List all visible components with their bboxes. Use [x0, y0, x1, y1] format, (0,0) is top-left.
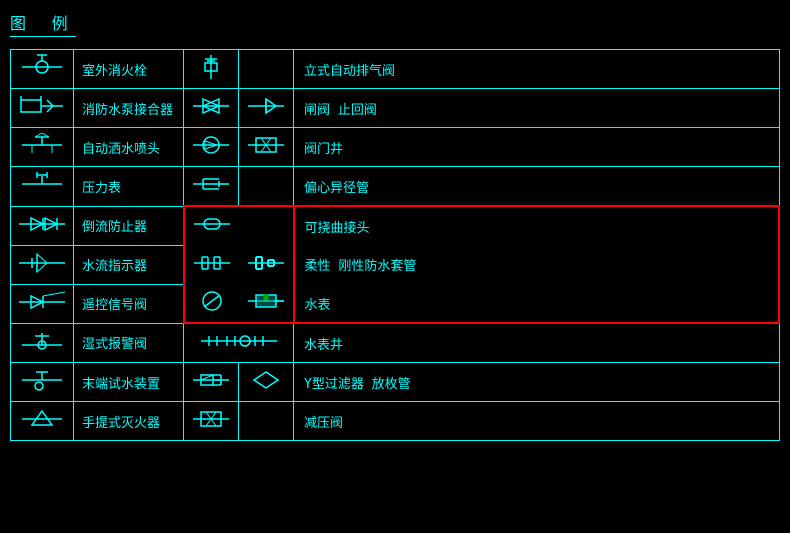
table-row: 室外消火栓 立式自动排气阀 [11, 50, 780, 89]
sym-cell2 [239, 402, 294, 441]
extinguisher-sym-icon [191, 405, 231, 433]
sym-cell-h3 [184, 284, 239, 323]
symbol-cell [11, 323, 74, 363]
symbol-cell [11, 89, 74, 128]
sym-cell-h2 [184, 245, 239, 284]
sym-cell [184, 363, 239, 402]
label-cell: 消防水泵接合器 [74, 89, 184, 128]
main-page: 图 例 室外消火栓 立式 [0, 0, 790, 533]
solenoid-valve-icon [246, 131, 286, 159]
label-cell: 湿式报警阀 [74, 323, 184, 363]
title-section: 图 例 [10, 10, 780, 41]
right-label: 水表井 [294, 323, 780, 363]
label-cell: 压力表 [74, 167, 184, 207]
right-label-h2: 柔性 刚性防水套管 [294, 245, 780, 284]
right-label: 闸阀 止回阀 [294, 89, 780, 128]
wet-alarm-icon [17, 327, 67, 355]
right-label: 减压阀 [294, 402, 780, 441]
page-title: 图 例 [10, 10, 76, 37]
right-label: 阀门井 [294, 128, 780, 167]
end-test-sym-icon [191, 366, 231, 394]
label-cell: 手提式灭火器 [74, 402, 184, 441]
right-label: 立式自动排气阀 [294, 50, 780, 89]
end-test-icon [17, 366, 67, 394]
sym-cell2-h3 [239, 284, 294, 323]
sym-cell-highlight [184, 206, 239, 245]
symbol-cell [11, 206, 74, 245]
eccentric-reducer-icon [191, 170, 231, 198]
right-label-h3: 水表 [294, 284, 780, 323]
label-cell: 自动洒水喷头 [74, 128, 184, 167]
remote-signal-valve-icon [17, 288, 67, 316]
sym-cell2 [239, 363, 294, 402]
sym-cell2 [239, 167, 294, 207]
label-cell: 室外消火栓 [74, 50, 184, 89]
outdoor-fire-hydrant-icon [17, 53, 67, 81]
symbol-cell [11, 128, 74, 167]
table-row: 压力表 偏心异径管 [11, 167, 780, 207]
vertical-valve-icon [191, 53, 231, 81]
table-row: 消防水泵接合器 闸阀 止回阀 [11, 89, 780, 128]
flexible-joint-icon [192, 210, 232, 238]
symbol-cell [11, 284, 74, 323]
label-cell: 遥控信号阀 [74, 284, 184, 323]
legend-table: 室外消火栓 立式自动排气阀 [10, 49, 780, 441]
portable-extinguisher-icon [17, 405, 67, 433]
symbol-cell [11, 245, 74, 284]
rigid-sleeve-icon [246, 249, 286, 277]
check-valve-icon [246, 92, 286, 120]
motor-valve-icon [191, 131, 231, 159]
sym-cell [184, 402, 239, 441]
water-meter-sym-icon [246, 287, 286, 315]
sym-cell [184, 167, 239, 207]
right-label-highlight: 可挠曲接头 [294, 206, 780, 245]
table-row: 末端试水装置 Y型过滤器 放枚管 [11, 363, 780, 402]
sym-cell [184, 50, 239, 89]
sym-cell2 [239, 89, 294, 128]
diamond-sym-icon [246, 366, 286, 394]
pressure-gauge-icon [17, 170, 67, 198]
symbol-cell [11, 50, 74, 89]
table-row: 湿式报警阀 水表井 [11, 323, 780, 363]
signal-valve2-icon [192, 287, 232, 315]
water-meter-detail-icon [199, 327, 279, 355]
symbol-cell [11, 363, 74, 402]
table-row-highlight2: 水流指示器 [11, 245, 780, 284]
butterfly-valve-icon [191, 92, 231, 120]
flow-indicator-icon [17, 249, 67, 277]
right-label: 偏心异径管 [294, 167, 780, 207]
label-cell: 水流指示器 [74, 245, 184, 284]
right-label: Y型过滤器 放枚管 [294, 363, 780, 402]
symbol-cell [11, 402, 74, 441]
sym-cell2-h2 [239, 245, 294, 284]
backflow-preventer-icon [17, 210, 67, 238]
table-row: 自动洒水喷头 阀门井 [11, 128, 780, 167]
fire-pump-adapter-icon [17, 92, 67, 120]
sym-cell-wide [184, 323, 294, 363]
sprinkler-icon [17, 131, 67, 159]
table-row: 手提式灭火器 减压阀 [11, 402, 780, 441]
label-cell: 末端试水装置 [74, 363, 184, 402]
sym-cell2 [239, 128, 294, 167]
sym-cell [184, 128, 239, 167]
table-row-highlight3: 遥控信号阀 水表 [11, 284, 780, 323]
table-row-highlight1: 倒流防止器 可挠曲接头 [11, 206, 780, 245]
flexible-sleeve1-icon [192, 249, 232, 277]
sym-cell2-highlight [239, 206, 294, 245]
symbol-cell [11, 167, 74, 207]
sym-cell [184, 89, 239, 128]
label-cell: 倒流防止器 [74, 206, 184, 245]
sym-cell2 [239, 50, 294, 89]
